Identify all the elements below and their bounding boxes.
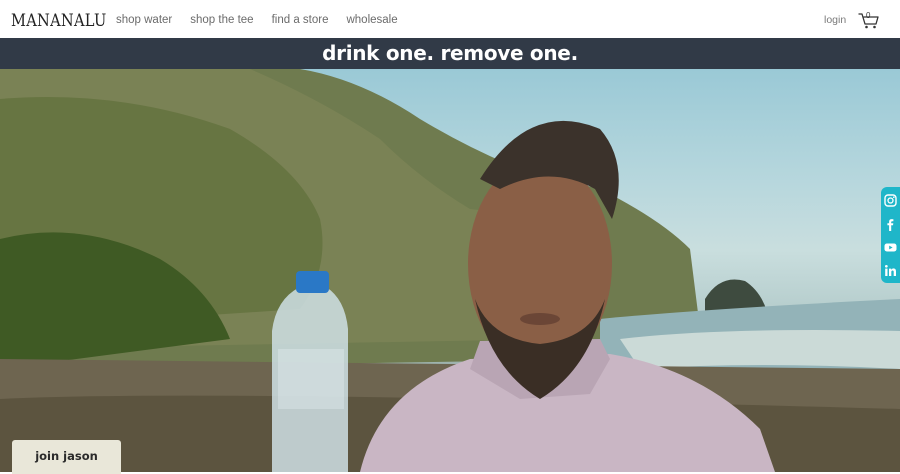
join-jason-label: join jason	[35, 449, 98, 463]
main-nav: shop water shop the tee find a store who…	[116, 14, 416, 26]
login-link[interactable]: login	[824, 14, 846, 26]
hero-video[interactable]	[0, 69, 900, 472]
facebook-icon[interactable]	[884, 218, 897, 231]
hero-image	[0, 69, 900, 472]
instagram-icon[interactable]	[884, 194, 897, 207]
join-jason-button[interactable]: join jason	[12, 440, 121, 474]
banner-text: drink one. remove one.	[322, 41, 578, 65]
nav-wholesale[interactable]: wholesale	[346, 14, 397, 26]
nav-find-a-store[interactable]: find a store	[272, 14, 329, 26]
nav-shop-water[interactable]: shop water	[116, 14, 172, 26]
brand-logo[interactable]: MANANALU	[11, 11, 107, 31]
announcement-banner: drink one. remove one.	[0, 38, 900, 69]
social-links	[881, 187, 900, 283]
linkedin-icon[interactable]	[884, 264, 897, 277]
cart-count: 0	[866, 11, 871, 20]
nav-shop-the-tee[interactable]: shop the tee	[190, 14, 253, 26]
youtube-icon[interactable]	[884, 241, 897, 254]
site-header: MANANALU shop water shop the tee find a …	[0, 0, 900, 38]
